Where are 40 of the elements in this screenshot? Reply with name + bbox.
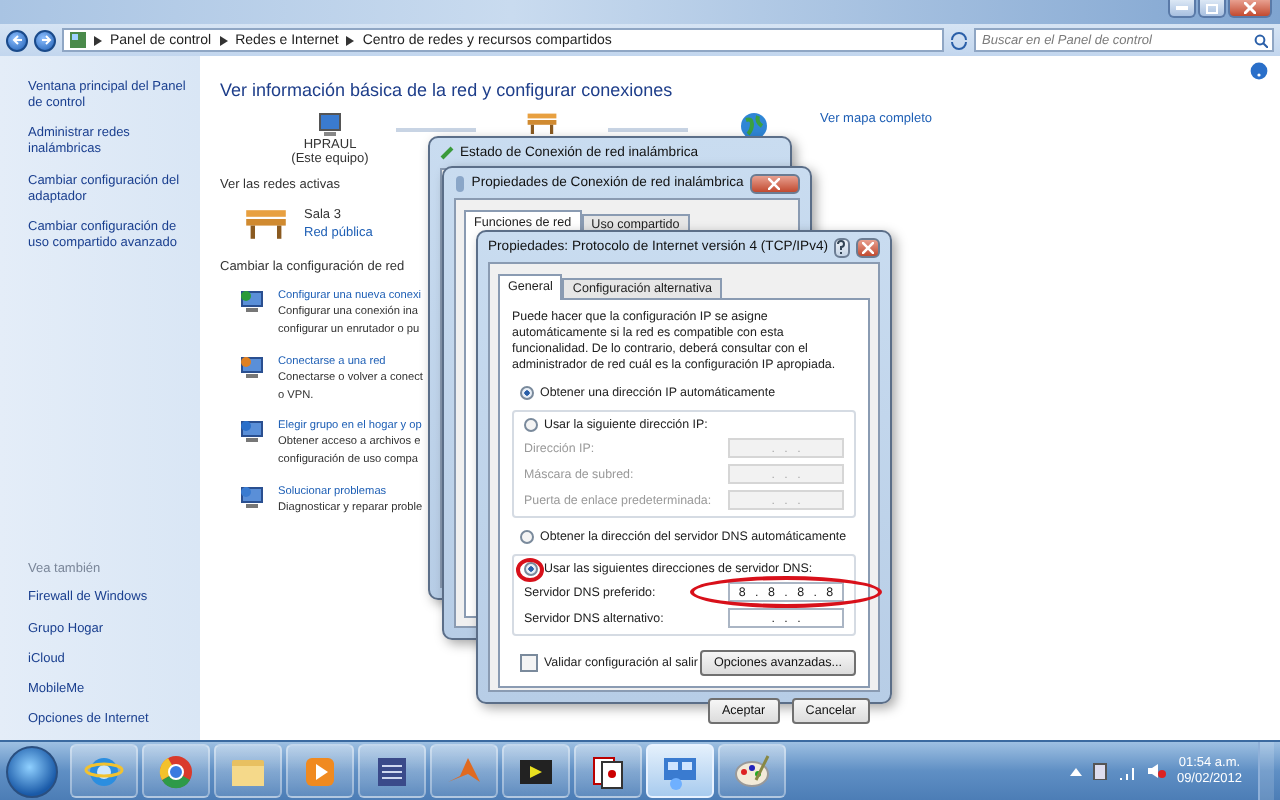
back-arrow-icon [11, 34, 23, 46]
close-button[interactable] [855, 237, 880, 257]
minimize-button[interactable] [1168, 0, 1196, 18]
device-icon[interactable] [1092, 762, 1109, 780]
chevron-icon [219, 35, 228, 45]
palette-icon [732, 751, 772, 791]
close-button[interactable] [1228, 0, 1272, 18]
refresh-icon[interactable] [950, 31, 968, 49]
chevron-icon [94, 35, 102, 45]
caret-up-icon[interactable] [1070, 767, 1083, 775]
forward-arrow-icon [39, 34, 51, 46]
start-button[interactable] [6, 745, 58, 797]
question-mark-icon [836, 240, 847, 254]
search-icon[interactable] [1254, 33, 1268, 47]
network-task-icon [240, 485, 266, 510]
network-task-icon [240, 290, 266, 314]
control-panel-icon [70, 32, 86, 48]
minimize-icon [1176, 6, 1188, 10]
bench-icon [526, 112, 558, 135]
round-logo-icon [156, 751, 196, 791]
cards-icon [588, 751, 628, 791]
signal-bars-icon[interactable] [1118, 763, 1137, 779]
forward-button[interactable] [34, 29, 56, 51]
help-icon[interactable] [1250, 62, 1268, 80]
computer-icon [316, 112, 344, 138]
maximize-icon [1206, 3, 1218, 13]
maximize-button[interactable] [1198, 0, 1226, 18]
close-icon [1244, 2, 1256, 14]
page-heading: Ver información básica de la red y configurar conexiones [220, 80, 673, 100]
close-icon [768, 177, 781, 189]
circle-annotation [516, 557, 544, 582]
network-task-icon [240, 355, 266, 380]
network-task-icon [240, 420, 266, 445]
close-icon [861, 241, 874, 253]
back-button[interactable] [6, 29, 28, 51]
chevron-icon [346, 35, 355, 45]
close-button[interactable] [749, 173, 800, 193]
help-button[interactable] [834, 237, 850, 257]
bench-icon [244, 208, 288, 240]
speaker-muted-icon[interactable] [1146, 762, 1167, 780]
